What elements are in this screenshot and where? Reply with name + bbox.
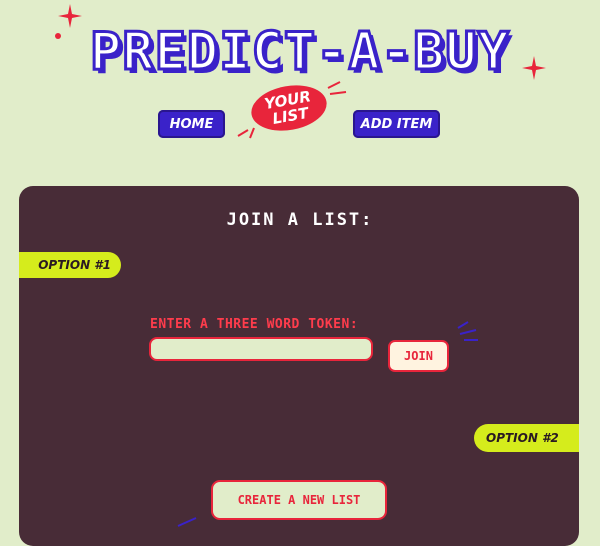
accent-lines-icon [327,81,347,95]
option-1-tag: OPTION #1 [19,252,121,278]
create-new-list-button[interactable]: CREATE A NEW LIST [211,480,387,520]
add-item-button[interactable]: ADD ITEM [353,110,440,138]
sparkle-icon [58,4,82,28]
token-input[interactable] [149,337,373,361]
site-title: PREDICT-A-BUY [89,21,511,84]
accent-lines-icon [457,321,478,341]
accent-lines-icon [177,517,197,527]
your-list-label-line2: LIST [271,103,310,128]
panel-title: JOIN A LIST: [226,210,374,230]
join-button[interactable]: JOIN [388,340,449,372]
sparkle-dot-icon [55,33,61,39]
your-list-button[interactable]: YOUR LIST [247,79,331,137]
option-2-tag: OPTION #2 [474,424,579,452]
sparkle-icon [522,56,546,80]
home-button[interactable]: HOME [158,110,225,138]
accent-lines-icon [237,127,255,139]
token-field-label: ENTER A THREE WORD TOKEN: [150,317,359,332]
